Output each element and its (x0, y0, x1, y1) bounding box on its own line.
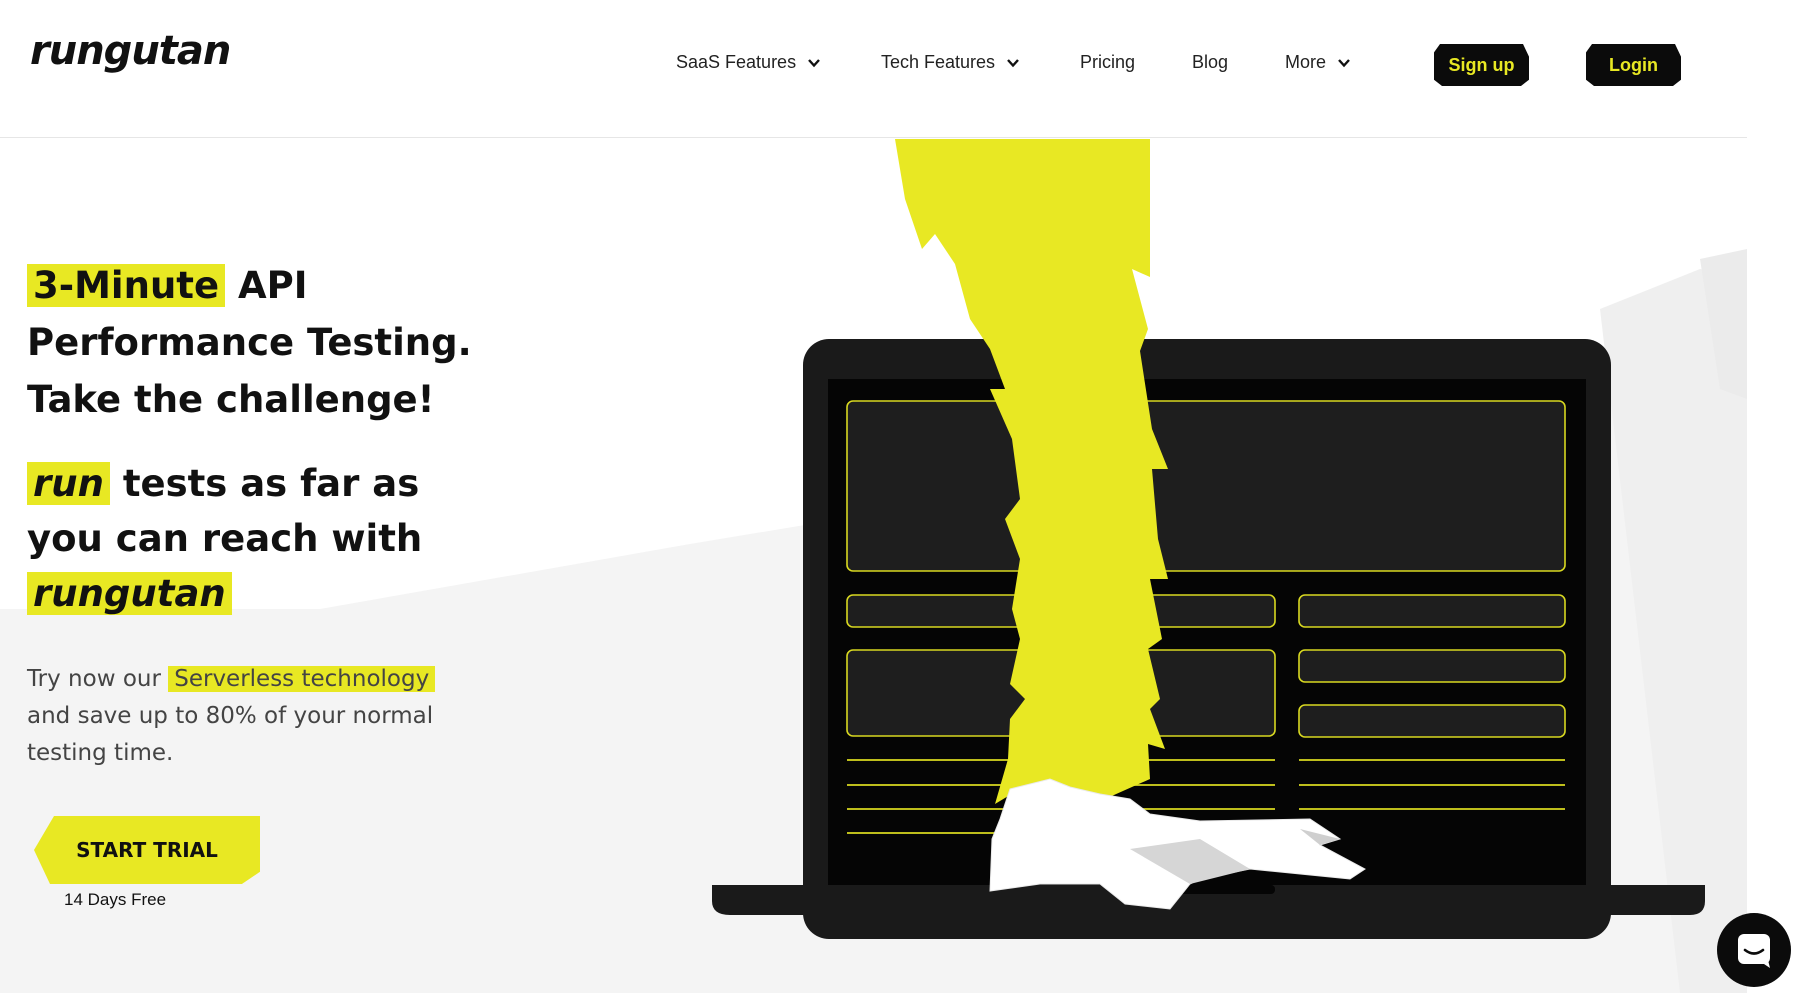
chat-launcher-button[interactable] (1717, 913, 1791, 987)
nav-more-label: More (1285, 52, 1327, 72)
laptop-arm-illustration (712, 139, 1705, 939)
nav-blog-label: Blog (1192, 52, 1229, 72)
chat-icon (1738, 934, 1770, 968)
login-button[interactable]: Login (1586, 44, 1681, 86)
chevron-down-icon (808, 58, 820, 67)
nav-pricing-label: Pricing (1080, 52, 1136, 72)
nav-more[interactable]: More (1285, 52, 1352, 73)
nav-tech-features-label: Tech Features (881, 52, 996, 72)
nav-pricing[interactable]: Pricing (1080, 52, 1135, 73)
nav-saas-features[interactable]: SaaS Features (676, 52, 822, 73)
nav-blog[interactable]: Blog (1192, 52, 1228, 73)
chevron-down-icon (1338, 58, 1350, 67)
nav-saas-features-label: SaaS Features (676, 52, 797, 72)
rungutan-logo[interactable]: rungutan (30, 28, 231, 74)
site-header: rungutan SaaS Features Tech Features Pri… (0, 0, 1747, 138)
nav-tech-features[interactable]: Tech Features (881, 52, 1021, 73)
signup-button[interactable]: Sign up (1434, 44, 1529, 86)
hero-section: 3-Minute API Performance Testing. Take t… (0, 139, 1747, 993)
chevron-down-icon (1007, 58, 1019, 67)
